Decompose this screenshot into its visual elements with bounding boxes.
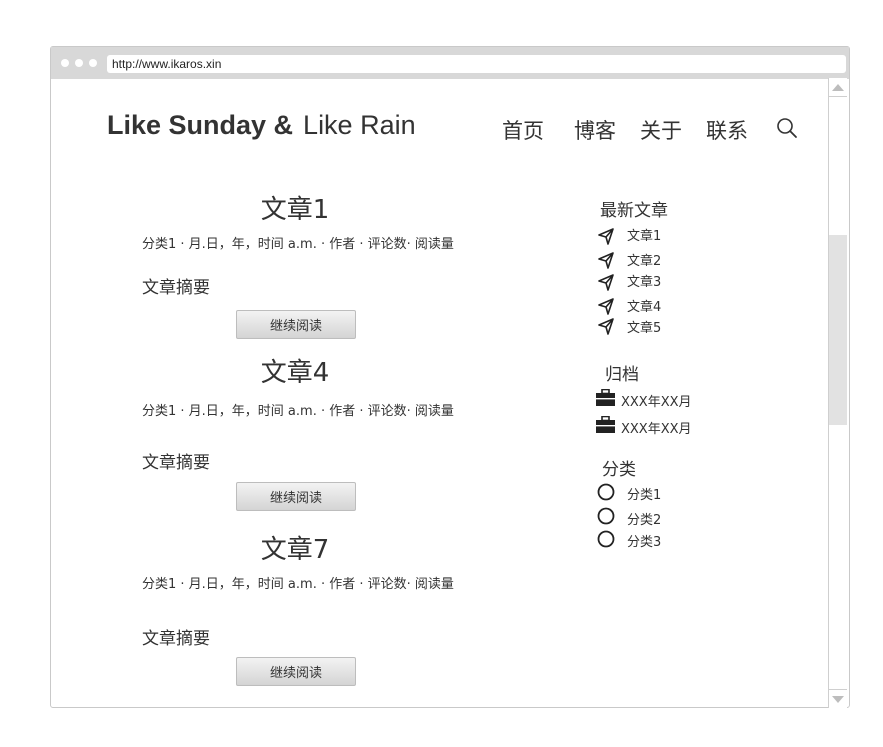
logo-thin-text: Like Rain	[303, 110, 416, 140]
scroll-down-icon	[832, 695, 844, 703]
window-controls	[61, 59, 97, 67]
vertical-scrollbar[interactable]	[828, 78, 847, 708]
article-title[interactable]: 文章4	[261, 352, 330, 389]
circle-icon	[597, 530, 615, 548]
article-meta: 分类1 · 月.日，年，时间 a.m. · 作者 · 评论数· 阅读量	[142, 577, 454, 592]
article-meta: 分类1 · 月.日，年，时间 a.m. · 作者 · 评论数· 阅读量	[142, 404, 454, 419]
send-arrow-icon	[598, 274, 614, 291]
circle-icon	[597, 483, 615, 501]
send-arrow-icon	[598, 318, 614, 335]
send-arrow-icon	[598, 228, 614, 245]
recent-post-link[interactable]: 文章5	[627, 317, 661, 336]
briefcase-icon	[596, 416, 615, 433]
read-more-button[interactable]: 继续阅读	[236, 482, 356, 511]
archive-heading: 归档	[605, 365, 639, 385]
category-link[interactable]: 分类1	[627, 484, 661, 503]
circle-icon	[597, 507, 615, 525]
article-title[interactable]: 文章1	[261, 189, 330, 226]
article-summary: 文章摘要	[142, 278, 210, 298]
search-icon[interactable]	[776, 117, 798, 139]
recent-post-link[interactable]: 文章1	[627, 225, 661, 244]
nav-item-home[interactable]: 首页	[502, 115, 544, 145]
window-dot-maximize[interactable]	[89, 59, 97, 67]
recent-post-link[interactable]: 文章2	[627, 250, 661, 269]
site-logo[interactable]: Like Sunday & Like Rain	[107, 110, 416, 141]
address-bar[interactable]: http://www.ikaros.xin	[107, 55, 846, 73]
recent-post-link[interactable]: 文章3	[627, 271, 661, 290]
article-summary: 文章摘要	[142, 629, 210, 649]
category-link[interactable]: 分类2	[627, 509, 661, 528]
scroll-up-button[interactable]	[829, 78, 847, 97]
browser-titlebar: http://www.ikaros.xin	[51, 47, 849, 79]
nav-item-contact[interactable]: 联系	[706, 115, 748, 145]
scroll-down-button[interactable]	[829, 689, 847, 708]
scroll-thumb[interactable]	[829, 235, 847, 425]
archive-link[interactable]: XXX年XX月	[621, 391, 692, 410]
article-meta: 分类1 · 月.日，年，时间 a.m. · 作者 · 评论数· 阅读量	[142, 237, 454, 252]
nav-item-about[interactable]: 关于	[640, 115, 682, 145]
category-link[interactable]: 分类3	[627, 531, 661, 550]
recent-posts-heading: 最新文章	[600, 201, 668, 221]
briefcase-icon	[596, 389, 615, 406]
window-dot-minimize[interactable]	[75, 59, 83, 67]
read-more-button[interactable]: 继续阅读	[236, 310, 356, 339]
scroll-up-icon	[832, 83, 844, 91]
article-title[interactable]: 文章7	[261, 529, 330, 566]
categories-heading: 分类	[602, 460, 636, 480]
nav-item-blog[interactable]: 博客	[574, 115, 616, 145]
article-summary: 文章摘要	[142, 453, 210, 473]
browser-window: http://www.ikaros.xin	[50, 46, 850, 708]
read-more-button[interactable]: 继续阅读	[236, 657, 356, 686]
recent-post-link[interactable]: 文章4	[627, 296, 661, 315]
send-arrow-icon	[598, 298, 614, 315]
send-arrow-icon	[598, 252, 614, 269]
archive-link[interactable]: XXX年XX月	[621, 418, 692, 437]
window-dot-close[interactable]	[61, 59, 69, 67]
logo-bold-text: Like Sunday &	[107, 110, 294, 140]
